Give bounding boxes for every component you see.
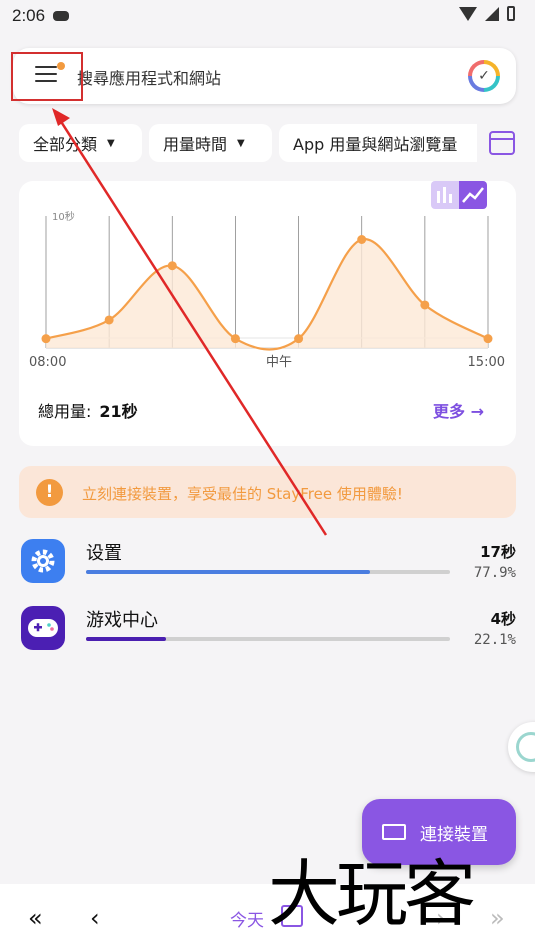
scope-filter-label: App 用量與網站瀏覽量 [293,135,458,154]
chevron-down-icon: ▼ [237,137,245,149]
first-page-button[interactable]: « [28,904,43,932]
metric-filter-label: 用量時間 [163,135,228,154]
more-link[interactable]: 更多 → [433,398,484,422]
menu-highlight-box [11,52,83,101]
total-usage-label: 總用量: [38,402,92,421]
x-tick-label: 15:00 [468,355,505,370]
usage-bar-fill [86,637,167,641]
app-percent: 22.1% [473,632,516,648]
warning-icon: ! [36,479,63,506]
app-name: 游戏中心 [86,610,158,631]
stayfree-logo-icon[interactable]: ✓ [468,60,500,92]
calendar-icon[interactable] [489,131,515,155]
signal-icon [485,6,499,21]
category-filter-label: 全部分類 [33,135,98,154]
app-row-settings[interactable]: 设置 17秒 77.9% [19,539,516,589]
total-usage: 總用量: 21秒 [38,398,138,422]
search-input[interactable]: 搜尋應用程式和網站 [77,65,221,89]
floating-widget-handle[interactable] [508,722,535,772]
x-tick-label: 08:00 [29,355,66,370]
search-bar[interactable]: 搜尋應用程式和網站 ✓ [13,48,516,104]
app-percent: 77.9% [473,565,516,581]
last-page-button[interactable]: » [490,904,505,932]
x-tick-label: 中午 [266,355,292,370]
category-filter[interactable]: 全部分類 ▼ [19,124,142,162]
watermark-text: 大玩客 [268,852,476,936]
app-time: 17秒 [480,543,516,561]
data-point [104,315,114,325]
data-point [41,334,51,344]
usage-line-chart: 10秒 08:00 中午 15:00 [29,210,505,370]
gamepad-icon [21,606,65,650]
battery-icon [507,6,515,21]
usage-bar-track [86,570,450,574]
app-time: 4秒 [490,610,516,628]
chevron-down-icon: ▼ [107,137,115,149]
connect-banner[interactable]: ! 立刻連接裝置，享受最佳的 StayFree 使用體驗! [19,466,516,518]
wifi-icon [459,6,477,21]
usage-bar-fill [86,570,370,574]
data-point [420,300,430,310]
status-icons [459,6,515,21]
banner-text: 立刻連接裝置，享受最佳的 StayFree 使用體驗! [82,485,403,503]
total-usage-value: 21秒 [99,402,138,421]
gear-icon [21,539,65,583]
connect-device-label: 連接裝置 [420,824,488,845]
app-name: 设置 [86,543,122,564]
status-bar: 2:06 [0,0,535,32]
data-point [230,334,240,344]
usage-chart-card: 10秒 08:00 中午 15:00 總用量: 21秒 更多 → [19,181,516,446]
game-controller-icon [53,11,70,21]
devices-icon [382,824,406,840]
area-fill [46,239,488,350]
app-row-game-center[interactable]: 游戏中心 4秒 22.1% [19,606,516,656]
data-point [483,334,493,344]
usage-bar-track [86,637,450,641]
data-point [357,235,367,245]
y-axis-label: 10秒 [52,210,75,223]
status-time: 2:06 [12,6,46,25]
data-point [294,334,304,344]
scope-filter[interactable]: App 用量與網站瀏覽量 [279,124,477,162]
data-point [167,261,177,271]
previous-button[interactable]: ‹ [90,904,100,932]
metric-filter[interactable]: 用量時間 ▼ [149,124,272,162]
timer-icon [516,732,535,762]
today-label[interactable]: 今天 [230,906,264,931]
